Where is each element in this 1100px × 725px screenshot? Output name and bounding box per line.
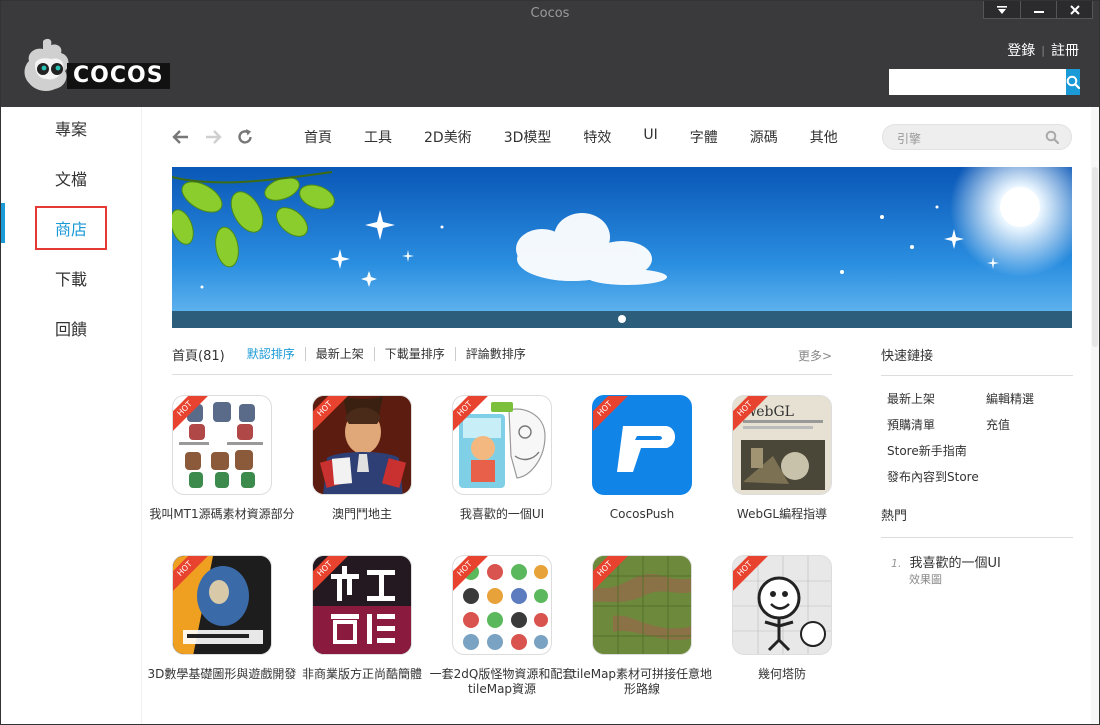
minimize-icon[interactable] (1020, 1, 1056, 18)
product-name[interactable]: CocosPush (567, 507, 717, 522)
product-name[interactable]: 幾何塔防 (707, 667, 857, 682)
sidebar-item-label: 下載 (54, 270, 87, 289)
refresh-button[interactable] (236, 124, 268, 150)
nav-item-fonts[interactable]: 字體 (690, 127, 718, 147)
quick-links: 最新上架 編輯精選 預購清單 充值 Store新手指南 發布內容到Store (881, 376, 1073, 506)
quick-link-guide[interactable]: Store新手指南 (887, 442, 967, 459)
register-link[interactable]: 註冊 (1051, 40, 1079, 60)
header-search (889, 69, 1080, 95)
header-search-input[interactable] (889, 69, 1066, 95)
window-controls (983, 1, 1093, 19)
sort-newest[interactable]: 最新上架 (304, 347, 374, 361)
monster-grid-icon: HOT (452, 555, 552, 655)
app-header: COCOS 登錄 | 註冊 (1, 27, 1099, 107)
header-search-button[interactable] (1066, 69, 1080, 95)
quick-link-publish[interactable]: 發布內容到Store (887, 468, 979, 485)
popular-item-sub: 效果圖 (909, 573, 942, 586)
sky-banner-image (172, 167, 1072, 328)
arrow-right-icon (206, 130, 222, 144)
search-icon (1066, 75, 1080, 89)
nav-item-2d-art[interactable]: 2D美術 (424, 127, 472, 147)
quick-links-title: 快速鏈接 (881, 345, 1073, 376)
store-search-placeholder: 引擎 (897, 132, 922, 146)
logo-wordmark: COCOS (67, 63, 170, 89)
category-menu: 首頁 工具 2D美術 3D模型 特效 UI 字體 源碼 其他 (304, 127, 870, 147)
popular-rank: 1. (891, 557, 902, 570)
quick-link-newest[interactable]: 最新上架 (887, 390, 935, 407)
tilemap-grass-icon: HOT (592, 555, 692, 655)
nav-item-effects[interactable]: 特效 (583, 127, 611, 147)
font-preview-icon: HOT (312, 555, 412, 655)
home-count: 首頁(81) (172, 349, 225, 364)
sort-bar: 首頁(81) 默認排序 最新上架 下載量排序 評論數排序 更多> (172, 345, 832, 375)
sort-default[interactable]: 默認排序 (247, 347, 305, 361)
product-name[interactable]: 一套2dQ版怪物資源和配套tileMap資源 (427, 667, 577, 697)
doodle-tower-icon: HOT (732, 555, 832, 655)
product-name[interactable]: tileMap素材可拼接任意地形路線 (567, 667, 717, 697)
sidebar-item-label: 專案 (54, 120, 87, 139)
dropdown-menu-icon[interactable] (984, 1, 1020, 18)
search-icon[interactable] (1045, 130, 1059, 144)
forward-button[interactable] (204, 124, 236, 150)
card-player-icon: HOT (312, 395, 412, 495)
quick-link-recharge[interactable]: 充值 (986, 416, 1010, 433)
window-title: Cocos (530, 6, 570, 21)
quick-link-editors-pick[interactable]: 編輯精選 (986, 390, 1034, 407)
auth-links: 登錄 | 註冊 (1007, 40, 1079, 60)
sidebar-item-projects[interactable]: 專案 (1, 103, 141, 153)
product-name[interactable]: 3D數學基礎圖形與遊戲開發 (147, 667, 297, 682)
cocospush-logo-icon: HOT (592, 395, 692, 495)
product-name[interactable]: WebGL編程指導 (707, 507, 857, 522)
sidebar-item-label: 文檔 (54, 170, 87, 189)
sidebar: 專案 文檔 商店 下載 回饋 (1, 107, 142, 724)
more-link[interactable]: 更多> (798, 347, 832, 364)
arrow-left-icon (172, 130, 188, 144)
popular-item[interactable]: 1. 我喜歡的一個UI (891, 552, 1001, 571)
sidebar-item-label: 回饋 (54, 320, 87, 339)
nav-item-tools[interactable]: 工具 (364, 127, 392, 147)
cocos-logo: COCOS (21, 37, 170, 95)
sprites-grid-icon: HOT (172, 395, 272, 495)
popular-item-name[interactable]: 我喜歡的一個UI (910, 556, 1001, 571)
product-name[interactable]: 非商業版方正尚酷簡體 (287, 667, 437, 682)
product-name[interactable]: 我喜歡的一個UI (427, 507, 577, 522)
sidebar-item-label: 商店 (34, 206, 107, 250)
sort-comments[interactable]: 評論數排序 (454, 347, 536, 361)
quick-link-preorder[interactable]: 預購清單 (887, 416, 935, 433)
nav-item-other[interactable]: 其他 (810, 127, 838, 147)
auth-divider: | (1041, 43, 1045, 57)
store-main: 首頁 工具 2D美術 3D模型 特效 UI 字體 源碼 其他 引擎 首頁(81)… (142, 107, 1091, 724)
title-bar[interactable]: Cocos (1, 1, 1099, 27)
store-nav: 首頁 工具 2D美術 3D模型 特效 UI 字體 源碼 其他 (172, 124, 870, 150)
app-window: Cocos COCOS 登錄 | 註冊 專案 文檔 商店 下載 回饋 首頁 工具… (0, 0, 1100, 725)
sidebar-item-download[interactable]: 下載 (1, 253, 141, 303)
product-name[interactable]: 我叫MT1源碼素材資源部分 (147, 507, 297, 522)
login-link[interactable]: 登錄 (1007, 40, 1035, 60)
close-icon[interactable] (1056, 1, 1092, 18)
product-name[interactable]: 澳門鬥地主 (287, 507, 437, 522)
store-search-input[interactable]: 引擎 (882, 124, 1072, 150)
sidebar-item-docs[interactable]: 文檔 (1, 153, 141, 203)
nav-item-home[interactable]: 首頁 (304, 127, 332, 147)
promo-banner[interactable] (172, 167, 1072, 328)
refresh-icon (238, 129, 252, 144)
cartoon-character-icon: HOT (452, 395, 552, 495)
right-panel: 快速鏈接 最新上架 編輯精選 預購清單 充值 Store新手指南 發布內容到St… (881, 345, 1073, 586)
scrollbar-thumb[interactable] (1092, 167, 1098, 347)
nav-item-source[interactable]: 源碼 (750, 127, 778, 147)
nav-item-ui[interactable]: UI (643, 127, 657, 147)
popular-title: 熱門 (881, 505, 1073, 538)
scrollbar[interactable] (1091, 107, 1099, 724)
sidebar-item-store[interactable]: 商店 (1, 203, 141, 253)
nav-item-3d-models[interactable]: 3D模型 (504, 127, 552, 147)
back-button[interactable] (172, 124, 204, 150)
webgl-book-icon: WebGL HOT (732, 395, 832, 495)
math-book-icon: HOT (172, 555, 272, 655)
sidebar-item-feedback[interactable]: 回饋 (1, 303, 141, 353)
banner-page-dot[interactable] (618, 315, 626, 323)
sort-downloads[interactable]: 下載量排序 (373, 347, 455, 361)
